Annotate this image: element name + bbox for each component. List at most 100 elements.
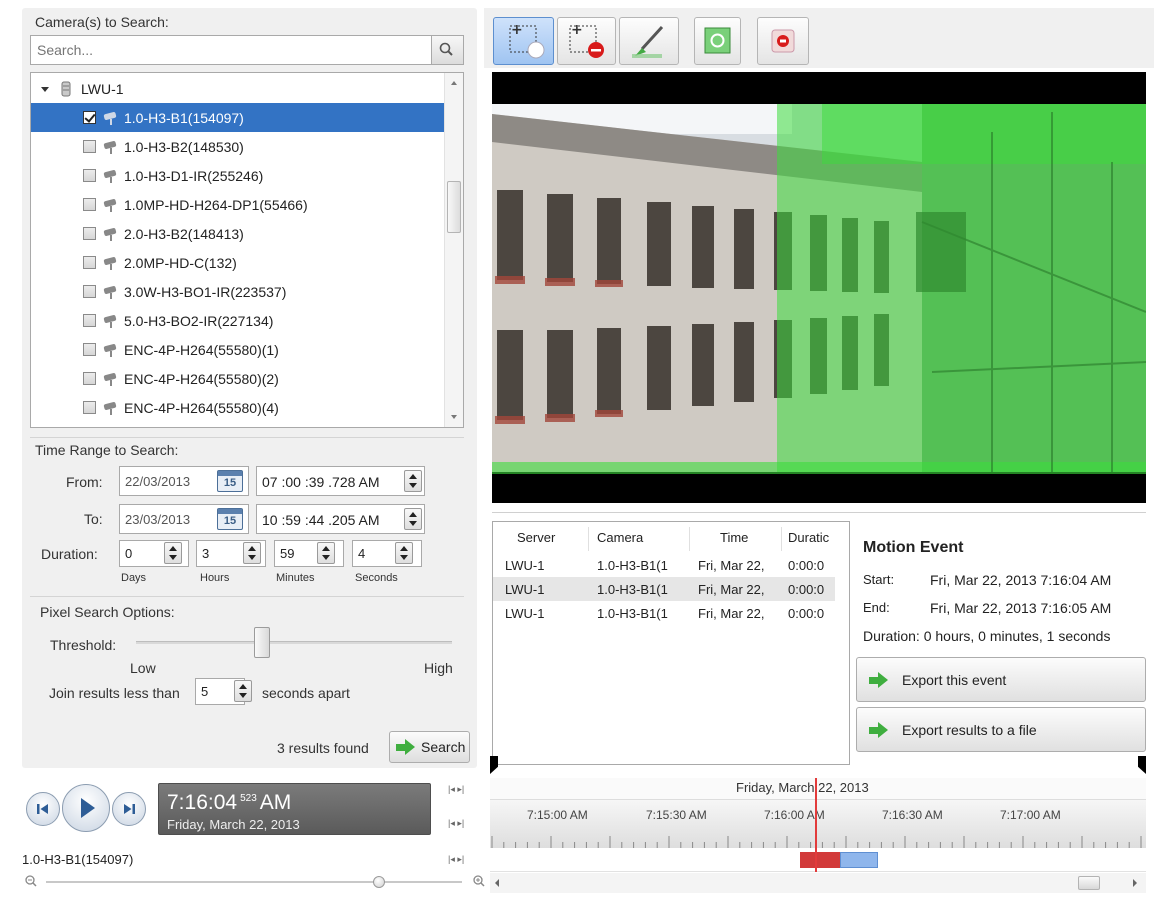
camera-checkbox[interactable] bbox=[83, 198, 96, 211]
scroll-thumb[interactable] bbox=[447, 181, 461, 233]
motion-event-segment[interactable] bbox=[800, 852, 840, 868]
range-start-marker[interactable] bbox=[490, 756, 498, 774]
skip-nav-icon[interactable]: |◂ ▸| bbox=[448, 854, 464, 865]
zoom-slider-thumb[interactable] bbox=[372, 876, 385, 888]
column-header[interactable]: Camera bbox=[597, 530, 643, 545]
export-results-button[interactable]: Export results to a file bbox=[856, 707, 1146, 752]
camera-tree-item[interactable]: ENC-4P-H264(55580)(1) bbox=[31, 335, 445, 364]
camera-icon bbox=[102, 372, 120, 386]
camera-checkbox[interactable] bbox=[83, 227, 96, 240]
minutes-spinner[interactable] bbox=[317, 542, 335, 564]
skip-nav-icon[interactable]: |◂ ▸| bbox=[448, 784, 464, 795]
from-time-spinner[interactable] bbox=[404, 470, 422, 492]
timeline-scrollbar[interactable] bbox=[490, 873, 1146, 893]
skip-nav-icon[interactable]: |◂ ▸| bbox=[448, 818, 464, 829]
scroll-left-icon[interactable] bbox=[490, 873, 504, 893]
end-label: End: bbox=[863, 600, 890, 615]
from-time-field[interactable]: 07 :00 :39 .728 AM bbox=[256, 466, 425, 496]
to-time-spinner[interactable] bbox=[404, 508, 422, 530]
duration-label: Duration: bbox=[41, 546, 98, 562]
camera-checkbox[interactable] bbox=[83, 256, 96, 269]
camera-icon bbox=[102, 285, 120, 299]
search-button[interactable]: Search bbox=[389, 731, 470, 763]
tree-server-node[interactable]: LWU-1 bbox=[31, 74, 445, 103]
scroll-up-icon[interactable] bbox=[445, 75, 463, 91]
video-viewport[interactable] bbox=[492, 72, 1146, 503]
range-end-marker[interactable] bbox=[1138, 756, 1146, 774]
camera-label: ENC-4P-H264(55580)(4) bbox=[124, 399, 279, 416]
threshold-slider-thumb[interactable] bbox=[254, 627, 271, 658]
zoom-slider-track[interactable] bbox=[46, 881, 462, 883]
camera-checkbox[interactable] bbox=[83, 111, 96, 124]
timeline-tick-label: 7:15:00 AM bbox=[527, 808, 588, 822]
camera-checkbox[interactable] bbox=[83, 285, 96, 298]
search-button-label: Search bbox=[421, 739, 466, 755]
table-row[interactable]: LWU-1 1.0-H3-B1(1 Fri, Mar 22, 0:00:0 bbox=[493, 577, 835, 601]
results-count: 3 results found bbox=[277, 740, 369, 756]
camera-search-field[interactable] bbox=[30, 35, 432, 65]
step-back-button[interactable] bbox=[26, 792, 60, 826]
join-seconds-spinner[interactable] bbox=[234, 680, 252, 702]
camera-tree-item[interactable]: 1.0-H3-B2(148530) bbox=[31, 132, 445, 161]
zoom-in-icon[interactable] bbox=[472, 874, 486, 888]
camera-tree-item[interactable]: 1.0-H3-D1-IR(255246) bbox=[31, 161, 445, 190]
camera-checkbox[interactable] bbox=[83, 169, 96, 182]
camera-tree-item[interactable]: 2.0-H3-B2(148413) bbox=[31, 219, 445, 248]
calendar-icon[interactable]: 15 bbox=[217, 470, 243, 492]
play-button[interactable] bbox=[62, 784, 110, 832]
time-display: 7:16:04 523 AM Friday, March 22, 2013 bbox=[158, 783, 431, 835]
stop-button[interactable] bbox=[757, 17, 809, 65]
days-label: Days bbox=[121, 572, 147, 584]
scroll-down-icon[interactable] bbox=[445, 409, 463, 425]
column-header[interactable]: Server bbox=[517, 530, 555, 545]
to-time-field[interactable]: 10 :59 :44 .205 AM bbox=[256, 504, 425, 534]
threshold-slider-track[interactable] bbox=[136, 641, 452, 644]
seconds-spinner[interactable] bbox=[395, 542, 413, 564]
table-cell: Fri, Mar 22, bbox=[698, 557, 765, 573]
camera-checkbox[interactable] bbox=[83, 314, 96, 327]
table-row[interactable]: LWU-1 1.0-H3-B1(1 Fri, Mar 22, 0:00:0 bbox=[493, 601, 835, 625]
search-icon-button[interactable] bbox=[432, 35, 464, 65]
step-forward-button[interactable] bbox=[112, 792, 146, 826]
export-event-button[interactable]: Export this event bbox=[856, 657, 1146, 702]
timeline-tick-label: 7:17:00 AM bbox=[1000, 808, 1061, 822]
camera-search-input[interactable] bbox=[31, 36, 431, 64]
table-cell: LWU-1 bbox=[505, 557, 545, 573]
camera-tree-item[interactable]: ENC-4P-H264(55580)(2) bbox=[31, 364, 445, 393]
timeline-tick-label: 7:15:30 AM bbox=[646, 808, 707, 822]
camera-label: 3.0W-H3-BO1-IR(223537) bbox=[124, 283, 287, 300]
camera-checkbox[interactable] bbox=[83, 343, 96, 356]
add-region-button[interactable]: + bbox=[493, 17, 554, 65]
camera-tree-item[interactable]: 5.0-H3-BO2-IR(227134) bbox=[31, 306, 445, 335]
scroll-right-icon[interactable] bbox=[1128, 873, 1142, 893]
draw-region-button[interactable] bbox=[619, 17, 679, 65]
days-spinner[interactable] bbox=[164, 542, 182, 564]
remove-region-button[interactable]: + bbox=[557, 17, 616, 65]
camera-tree-item[interactable]: 1.0-H3-B1(154097) bbox=[31, 103, 445, 132]
table-row[interactable]: LWU-1 1.0-H3-B1(1 Fri, Mar 22, 0:00:0 bbox=[493, 553, 835, 577]
playhead[interactable] bbox=[815, 778, 817, 872]
calendar-icon[interactable]: 15 bbox=[217, 508, 243, 530]
column-header[interactable]: Duratic bbox=[788, 530, 829, 545]
from-label: From: bbox=[66, 474, 103, 490]
camera-checkbox[interactable] bbox=[83, 140, 96, 153]
camera-tree-item[interactable]: 2.0MP-HD-C(132) bbox=[31, 248, 445, 277]
recording-segment[interactable] bbox=[840, 852, 878, 868]
snapshot-button[interactable] bbox=[694, 17, 741, 65]
scroll-thumb[interactable] bbox=[1078, 876, 1100, 890]
search-icon bbox=[439, 42, 453, 56]
zoom-out-icon[interactable] bbox=[24, 874, 38, 888]
camera-checkbox[interactable] bbox=[83, 401, 96, 414]
camera-tree-item[interactable]: 1.0MP-HD-H264-DP1(55466) bbox=[31, 190, 445, 219]
column-header[interactable]: Time bbox=[720, 530, 748, 545]
collapse-arrow-icon[interactable] bbox=[38, 82, 52, 96]
hours-spinner[interactable] bbox=[243, 542, 261, 564]
svg-text:+: + bbox=[511, 22, 523, 38]
camera-tree-item[interactable]: ENC-4P-H264(55580)(4) bbox=[31, 393, 445, 422]
camera-tree-item[interactable]: 3.0W-H3-BO1-IR(223537) bbox=[31, 277, 445, 306]
brush-icon bbox=[632, 25, 664, 58]
table-cell: Fri, Mar 22, bbox=[698, 605, 765, 621]
camera-checkbox[interactable] bbox=[83, 372, 96, 385]
tree-scrollbar[interactable] bbox=[444, 73, 463, 427]
add-motion-region-icon: + bbox=[509, 22, 545, 59]
